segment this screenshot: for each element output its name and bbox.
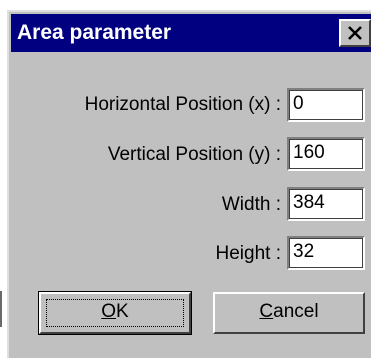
cancel-mnemonic: C (259, 301, 274, 322)
cancel-button[interactable]: Cancel (213, 292, 365, 334)
height-input[interactable]: 32 (287, 236, 365, 270)
vertical-position-input[interactable]: 160 (287, 137, 365, 171)
area-parameter-dialog: Area parameter Horizontal Position (x) :… (7, 10, 371, 358)
horizontal-position-input[interactable]: 0 (287, 88, 365, 122)
cancel-label-rest: ancel (273, 301, 319, 322)
height-label: Height : (215, 243, 281, 264)
vertical-position-label: Vertical Position (y) : (107, 144, 281, 165)
width-input[interactable]: 384 (287, 187, 365, 221)
window-edge-divider (0, 291, 2, 327)
focus-rectangle (46, 299, 184, 327)
title-bar[interactable]: Area parameter (11, 14, 371, 52)
dialog-title: Area parameter (17, 21, 172, 44)
ok-button[interactable]: OK (38, 291, 192, 335)
close-button[interactable] (339, 19, 371, 47)
horizontal-position-label: Horizontal Position (x) : (84, 94, 281, 115)
width-label: Width : (221, 194, 281, 215)
close-icon (348, 26, 362, 40)
